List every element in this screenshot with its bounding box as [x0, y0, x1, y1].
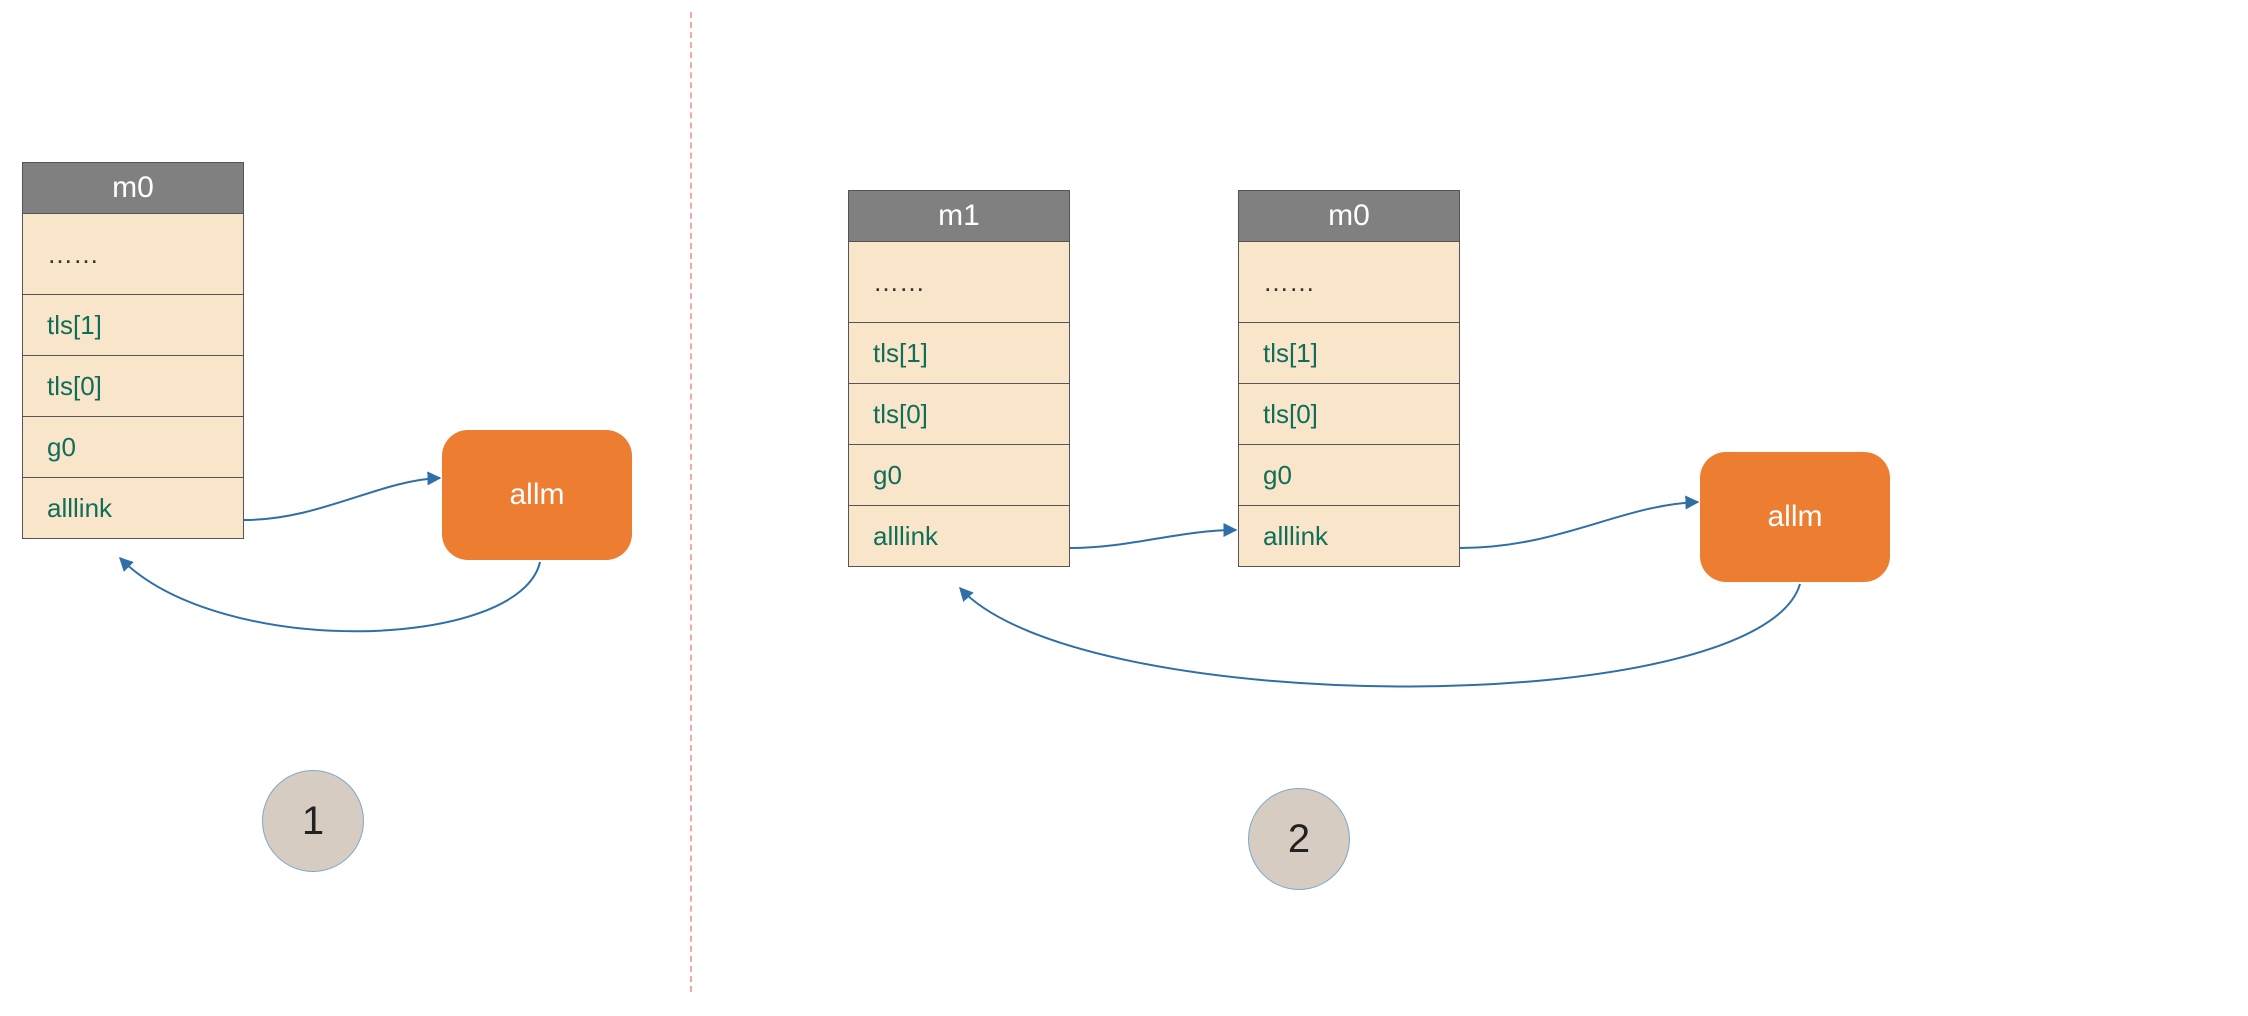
struct-m1-panel2: m1 …… tls[1] tls[0] g0 alllink — [848, 190, 1070, 567]
struct-header: m0 — [1239, 191, 1459, 242]
struct-field: …… — [23, 214, 243, 295]
allm-node-panel2: allm — [1700, 452, 1890, 582]
arrow-allm-to-m1-p2 — [960, 584, 1800, 687]
struct-field: tls[1] — [1239, 323, 1459, 384]
struct-field: alllink — [23, 478, 243, 538]
arrow-m0-to-allm-p2 — [1460, 502, 1698, 548]
arrow-allm-to-m0-p1 — [120, 558, 540, 631]
step-badge-2: 2 — [1248, 788, 1350, 890]
struct-field: tls[0] — [849, 384, 1069, 445]
struct-field: tls[0] — [1239, 384, 1459, 445]
struct-header: m1 — [849, 191, 1069, 242]
struct-field: g0 — [849, 445, 1069, 506]
allm-node-panel1: allm — [442, 430, 632, 560]
struct-field: tls[1] — [23, 295, 243, 356]
struct-field: g0 — [23, 417, 243, 478]
struct-field: tls[0] — [23, 356, 243, 417]
struct-m0-panel2: m0 …… tls[1] tls[0] g0 alllink — [1238, 190, 1460, 567]
vertical-divider — [690, 12, 692, 992]
step-badge-1: 1 — [262, 770, 364, 872]
struct-m0-panel1: m0 …… tls[1] tls[0] g0 alllink — [22, 162, 244, 539]
arrow-m0-to-allm-p1 — [244, 478, 440, 520]
arrow-m1-to-m0-p2 — [1070, 530, 1236, 548]
struct-field: tls[1] — [849, 323, 1069, 384]
struct-field: …… — [849, 242, 1069, 323]
diagram-canvas: m0 …… tls[1] tls[0] g0 alllink allm 1 m1… — [0, 0, 2248, 1016]
struct-field: …… — [1239, 242, 1459, 323]
struct-field: g0 — [1239, 445, 1459, 506]
struct-header: m0 — [23, 163, 243, 214]
struct-field: alllink — [849, 506, 1069, 566]
struct-field: alllink — [1239, 506, 1459, 566]
